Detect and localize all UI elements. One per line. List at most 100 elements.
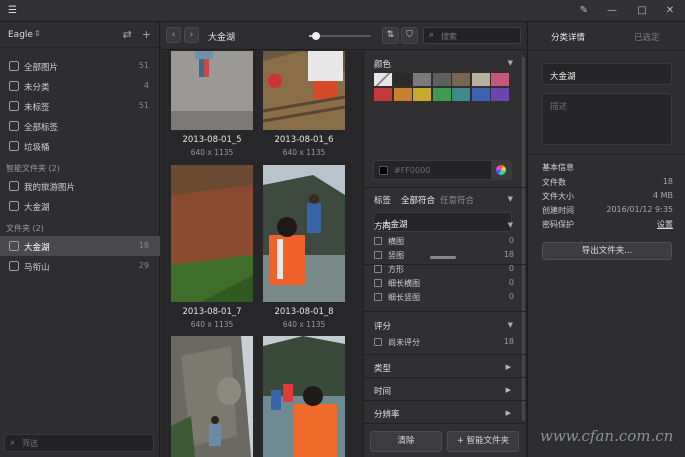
color-swatch[interactable] (393, 88, 412, 101)
color-swatch[interactable] (491, 88, 509, 101)
type-heading[interactable]: 类型 (374, 362, 391, 374)
sidebar-item-folder-dajinhu[interactable]: 大金湖 18 (0, 236, 160, 256)
tab-folder-details[interactable]: 分类详情 (551, 31, 585, 43)
slider-thumb[interactable] (312, 32, 321, 40)
color-swatch[interactable] (452, 88, 470, 101)
folders-heading[interactable]: 文件夹 (2) (6, 223, 44, 234)
smart-folders-heading[interactable]: 智能文件夹 (2) (6, 163, 60, 174)
option-label: 细长横图 (388, 279, 420, 288)
chevron-down-icon[interactable]: ▼ (508, 59, 513, 67)
filter-button[interactable]: ⛉ (401, 27, 418, 44)
info-value: 2016/01/12 9:35 (606, 205, 673, 214)
sidebar-item-folder-maxianshan[interactable]: 马衔山 29 (0, 256, 160, 276)
create-smart-folder-button[interactable]: + 智能文件夹 (447, 431, 519, 452)
pin-icon[interactable]: ✎ (576, 3, 592, 19)
checkbox[interactable] (374, 237, 382, 245)
sidebar-item-count: 51 (138, 61, 149, 70)
color-swatch[interactable] (452, 73, 470, 86)
sidebar-item-trash[interactable]: 垃圾桶 (0, 136, 160, 156)
sidebar-item-all-tags[interactable]: 全部标签 (0, 116, 160, 136)
orientation-option[interactable]: 细长横图 0 (374, 277, 514, 291)
back-button[interactable]: ‹ (166, 27, 181, 43)
folder-name-input[interactable]: 大金湖 (542, 63, 672, 85)
checkbox[interactable] (374, 293, 382, 301)
chevron-right-icon[interactable]: ▶ (506, 363, 511, 371)
set-password-link[interactable]: 设置 (657, 219, 673, 230)
sidebar-item-smart-dajinhu[interactable]: 大金湖 (0, 196, 160, 216)
orientation-option[interactable]: 方形 0 (374, 263, 514, 277)
thumbnail-size-slider[interactable] (309, 32, 371, 40)
chevron-right-icon[interactable]: ▶ (506, 386, 511, 394)
color-swatch[interactable] (374, 73, 392, 86)
library-name[interactable]: Eagle (8, 30, 33, 40)
filter-panel-scrollbar[interactable] (522, 57, 525, 421)
option-count: 0 (508, 264, 514, 273)
maximize-icon[interactable]: □ (634, 3, 650, 19)
checkbox[interactable] (374, 265, 382, 273)
chevron-right-icon[interactable]: ▶ (506, 409, 511, 417)
chevron-down-icon[interactable]: ▼ (508, 221, 513, 229)
checkbox[interactable] (374, 279, 382, 287)
color-wheel-icon[interactable] (491, 160, 512, 180)
chevron-updown-icon[interactable]: ⇕ (34, 29, 41, 38)
color-swatch[interactable] (491, 73, 509, 86)
sidebar-item-label: 未分类 (24, 83, 50, 93)
thumbnail[interactable] (263, 51, 345, 130)
checkbox[interactable] (374, 251, 382, 259)
hamburger-menu-icon[interactable]: ☰ (8, 6, 17, 16)
color-swatch[interactable] (471, 73, 490, 86)
chevron-down-icon[interactable]: ▼ (508, 321, 513, 329)
thumbnail[interactable] (171, 336, 253, 457)
color-swatch[interactable] (413, 73, 431, 86)
tag-input[interactable]: 大金湖 (373, 212, 512, 232)
orientation-option[interactable]: 细长竖图 0 (374, 291, 514, 305)
color-filter-heading[interactable]: 颜色 (374, 58, 391, 70)
sort-order-button[interactable]: ⇅ (382, 27, 399, 44)
sidebar-filter-input[interactable]: ⌕ 筛选 (4, 434, 154, 452)
sidebar-item-label: 全部标签 (24, 123, 59, 133)
tab-selected[interactable]: 已选定 (634, 31, 660, 43)
thumbnail-dimensions: 640 x 1135 (190, 148, 234, 157)
search-placeholder: 搜索 (441, 32, 457, 41)
search-input[interactable]: ⌕ 搜索 (423, 27, 521, 44)
forward-button[interactable]: › (184, 27, 199, 43)
checkbox[interactable] (374, 338, 382, 346)
description-textarea[interactable]: 描述 (542, 93, 672, 145)
color-swatch[interactable] (413, 88, 431, 101)
sidebar-item-uncategorized[interactable]: 未分类 4 (0, 76, 160, 96)
color-swatch[interactable] (432, 73, 451, 86)
thumbnail[interactable] (171, 51, 253, 130)
thumbnail[interactable] (263, 336, 345, 457)
grid-toolbar: ‹ › 大金湖 ⇅ ⛉ ⌕ 搜索 (161, 22, 525, 50)
tag-mode-any[interactable]: 任意符合 (440, 194, 474, 206)
sidebar-item-smart-travel[interactable]: 我的旅游图片 (0, 176, 160, 196)
orientation-option[interactable]: 横图 0 (374, 235, 514, 249)
color-swatch[interactable] (432, 88, 451, 101)
close-icon[interactable]: ✕ (662, 3, 678, 19)
sidebar-item-all-images[interactable]: 全部图片 51 (0, 56, 160, 76)
clear-filters-button[interactable]: 清除 (370, 431, 442, 452)
sidebar-item-untagged[interactable]: 未标签 51 (0, 96, 160, 116)
resolution-heading[interactable]: 分辨率 (374, 408, 400, 420)
export-folder-button[interactable]: 导出文件夹... (542, 242, 672, 260)
minimize-icon[interactable]: — (604, 3, 620, 19)
library-switcher[interactable]: Eagle ⇕ ⇄ + (0, 22, 159, 48)
orientation-option[interactable]: 竖图 18 (374, 249, 514, 263)
info-row-password: 密码保护 设置 (542, 219, 673, 232)
sidebar-item-label: 垃圾桶 (24, 143, 50, 153)
orientation-heading-label[interactable]: 方向 (374, 220, 391, 232)
time-heading[interactable]: 时间 (374, 385, 391, 397)
color-swatch[interactable] (471, 88, 490, 101)
chevron-down-icon[interactable]: ▼ (508, 195, 513, 203)
sort-icon[interactable]: ⇄ (123, 28, 132, 41)
rating-heading[interactable]: 评分 (374, 320, 391, 332)
thumbnail[interactable] (263, 165, 345, 302)
filter-placeholder: 筛选 (22, 439, 38, 448)
color-swatch[interactable] (374, 88, 392, 101)
color-swatch[interactable] (393, 73, 412, 86)
divider (364, 311, 526, 312)
thumbnail[interactable] (171, 165, 253, 302)
add-icon[interactable]: + (142, 28, 151, 41)
rating-option[interactable]: 尚未评分 18 (374, 336, 514, 350)
tag-mode-all[interactable]: 全部符合 (401, 194, 435, 206)
